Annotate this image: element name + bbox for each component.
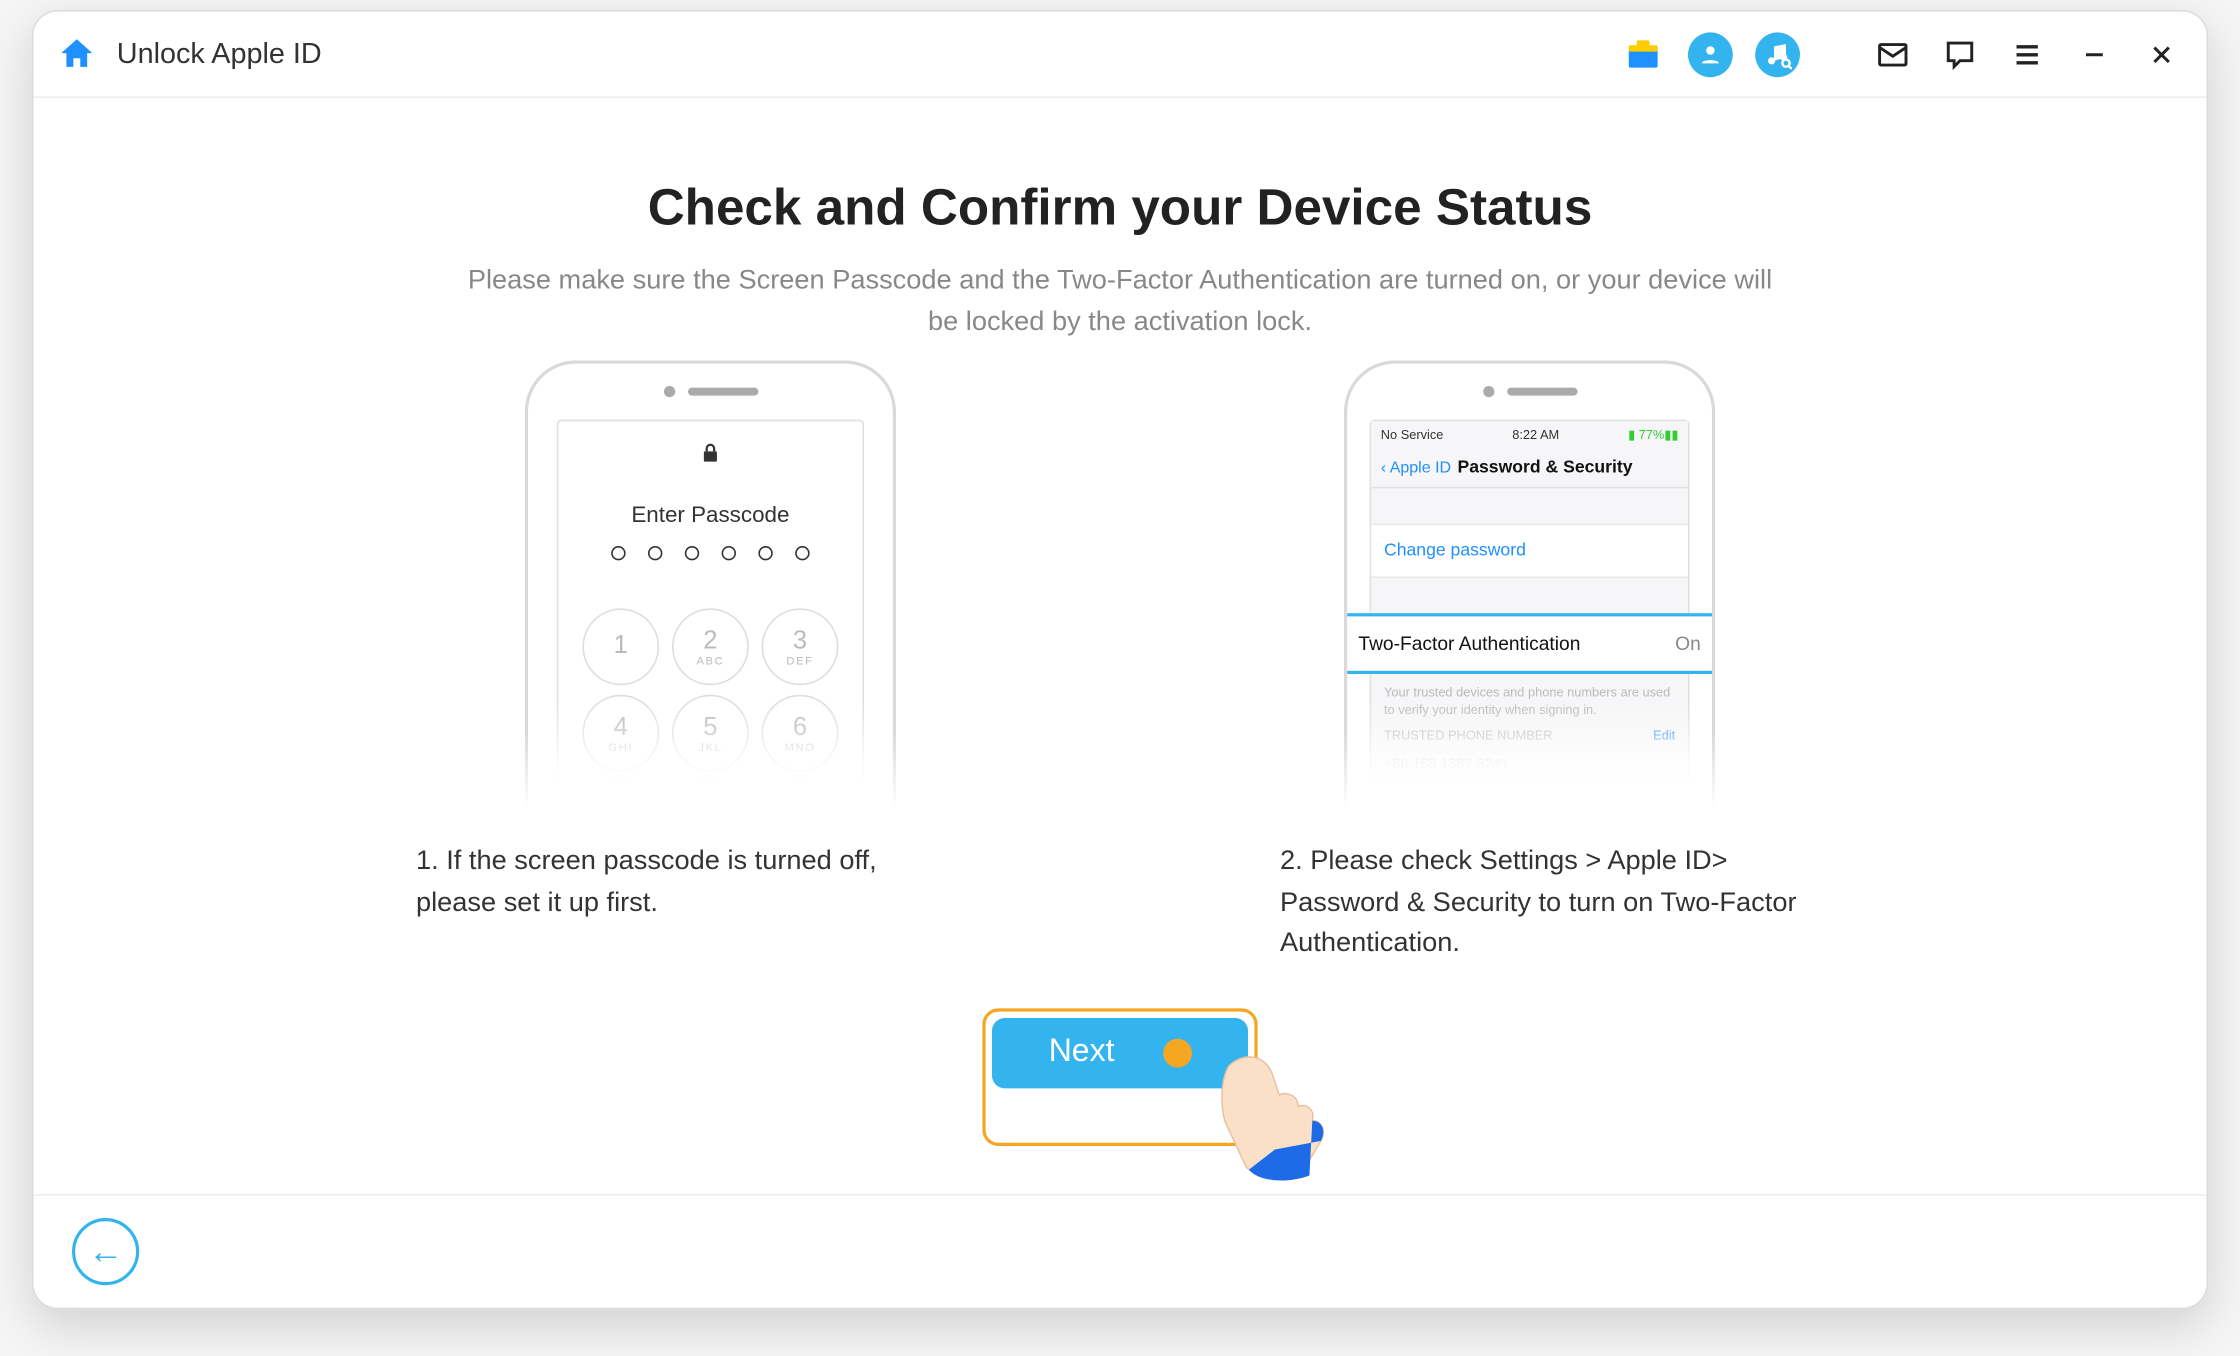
caption-1: 1. If the screen passcode is turned off,… [416,840,960,962]
heading: Check and Confirm your Device Status [178,178,2063,237]
trusted-phone-section: TRUSTED PHONE NUMBER [1384,729,1553,743]
minimize-button[interactable] [2072,32,2117,77]
footer: ← [34,1193,2207,1307]
music-search-icon[interactable] [1755,32,1800,77]
nav-back: ‹ Apple ID [1381,459,1451,477]
passcode-dots [558,546,862,560]
toolbox-icon[interactable] [1621,32,1666,77]
caption-2: 2. Please check Settings > Apple ID> Pas… [1280,840,1824,962]
edit-link: Edit [1653,729,1675,743]
keypad-key: 9 [762,781,839,827]
status-carrier: No Service [1381,428,1444,442]
next-button-label: Next [1049,1034,1115,1071]
subtitle: Please make sure the Screen Passcode and… [464,260,1776,342]
titlebar: Unlock Apple ID [34,12,2207,98]
touch-indicator-icon [1163,1038,1192,1067]
tfa-value: On [1675,632,1701,654]
back-button[interactable]: ← [72,1217,139,1284]
keypad-key: 2ABC [672,608,749,685]
keypad-key: 7 [582,781,659,827]
enter-passcode-label: Enter Passcode [558,501,862,527]
status-time: 8:22 AM [1512,428,1559,442]
phone-settings: No Service 8:22 AM ▮ 77%▮▮ ‹ Apple ID Pa… [1344,360,1715,827]
chat-icon[interactable] [1938,32,1983,77]
next-button[interactable]: Next [992,1017,1248,1087]
menu-icon[interactable] [2005,32,2050,77]
tfa-label: Two-Factor Authentication [1358,632,1580,654]
change-password-row: Change password [1371,524,1688,578]
status-battery: 77% [1639,428,1665,442]
keypad-key: 6MNO [762,695,839,772]
mail-icon[interactable] [1870,32,1915,77]
keypad: 12ABC3DEF 4GHI5JKL6MNO 789 [558,608,862,827]
close-button[interactable] [2139,32,2184,77]
content: Check and Confirm your Device Status Ple… [34,98,2207,1193]
two-factor-highlight: Two-Factor Authentication On [1344,613,1715,674]
profile-icon[interactable] [1688,32,1733,77]
tfa-hint: Your trusted devices and phone numbers a… [1371,674,1688,723]
page-title: Unlock Apple ID [117,37,322,71]
toolbar [1621,32,2184,77]
nav-title: Password & Security [1457,458,1632,477]
next-button-highlight: Next [982,1008,1257,1146]
keypad-key: 4GHI [582,695,659,772]
captions: 1. If the screen passcode is turned off,… [178,840,2063,962]
home-icon[interactable] [56,33,98,75]
lock-icon [558,440,862,466]
keypad-key: 1 [582,608,659,685]
keypad-key: 3DEF [762,608,839,685]
keypad-key: 5JKL [672,695,749,772]
phones-row: Enter Passcode 12ABC3DEF4GHI5JKL6MNO789 … [178,360,2063,827]
trusted-phone-number: +86 158 1387 3241 [1371,750,1688,779]
keypad-key: 8 [672,781,749,827]
phone-passcode: Enter Passcode 12ABC3DEF 4GHI5JKL6MNO 789 [525,360,896,827]
app-window: Unlock Apple ID [32,10,2208,1308]
